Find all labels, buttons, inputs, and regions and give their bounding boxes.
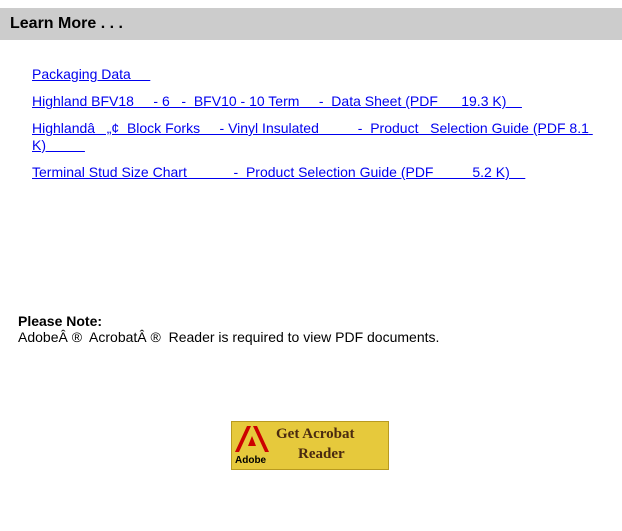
link-packaging-data[interactable]: Packaging Data	[32, 66, 592, 83]
learn-more-header: Learn More . . .	[0, 8, 622, 40]
note-text: AdobeÂ ® AcrobatÂ ® Reader is required t…	[18, 329, 440, 345]
link-bfv-data-sheet[interactable]: Highland BFV18 - 6 - BFV10 - 10 Term - D…	[32, 93, 592, 110]
reader-text: Reader	[298, 446, 345, 462]
link-block-forks-guide[interactable]: Highlandâ „¢ Block Forks - Vinyl Insulat…	[32, 120, 592, 154]
adobe-logo-icon	[235, 426, 269, 452]
link-terminal-stud-chart[interactable]: Terminal Stud Size Chart - Product Selec…	[32, 164, 592, 181]
get-acrobat-text: Get Acrobat	[276, 426, 355, 442]
please-note-section: Please Note: AdobeÂ ® AcrobatÂ ® Reader …	[18, 313, 578, 346]
adobe-brand-text: Adobe	[235, 455, 267, 466]
get-acrobat-reader-button[interactable]: Adobe Get Acrobat Reader	[231, 421, 389, 470]
resource-links: Packaging Data Highland BFV18 - 6 - BFV1…	[32, 66, 592, 191]
learn-more-title: Learn More . . .	[10, 15, 123, 32]
note-label: Please Note:	[18, 313, 103, 329]
